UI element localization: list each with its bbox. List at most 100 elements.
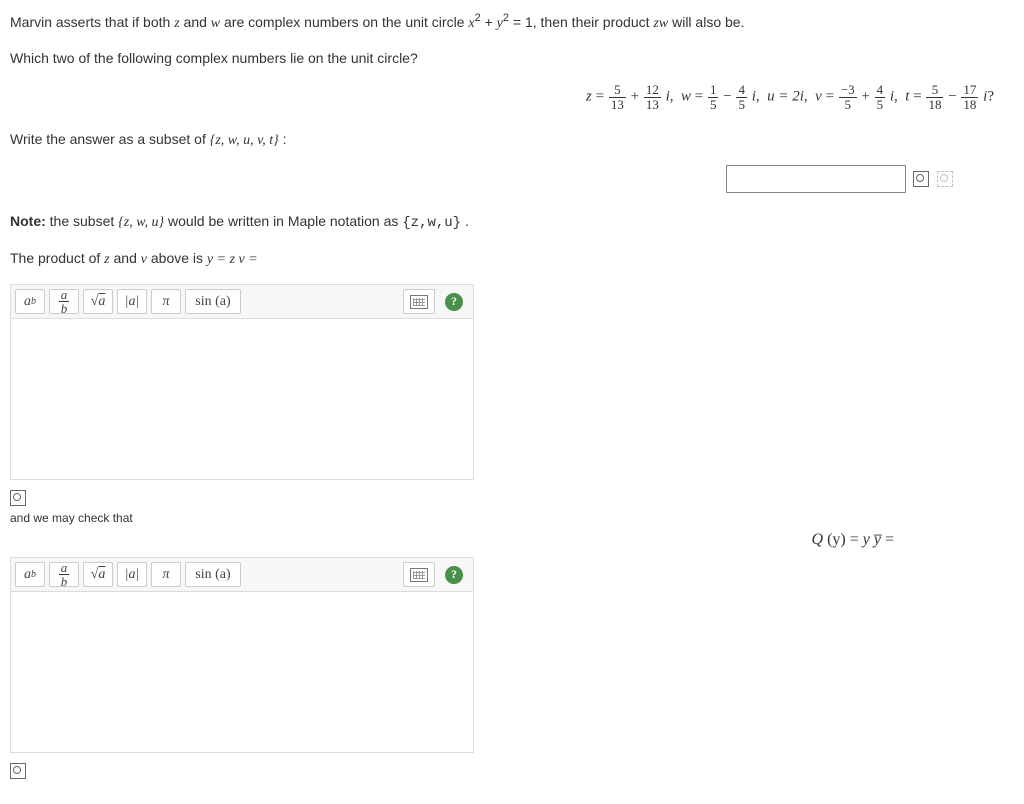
keyboard-icon bbox=[410, 568, 428, 582]
preview-icon[interactable] bbox=[912, 170, 930, 188]
note-maple: {z,w,u} bbox=[402, 215, 461, 231]
lbl: a bbox=[24, 567, 31, 583]
lbl-sup: b bbox=[31, 569, 36, 580]
txt: Marvin asserts that if both bbox=[10, 14, 174, 30]
var-w: w bbox=[211, 16, 220, 31]
tb-power-button[interactable]: ab bbox=[15, 562, 45, 587]
den: b bbox=[59, 575, 70, 589]
note-line: Note: the subset {z, w, u} would be writ… bbox=[10, 211, 1014, 234]
subset-answer-row bbox=[10, 165, 1014, 193]
lbl: π bbox=[162, 567, 169, 583]
lbl: sin (a) bbox=[195, 294, 230, 310]
lbl: a bbox=[24, 294, 31, 310]
num: 4 bbox=[736, 83, 747, 98]
eqed-toolbar: ab ab √a |a| π sin (a) ? bbox=[10, 284, 474, 318]
question-which-two: Which two of the following complex numbe… bbox=[10, 48, 1014, 69]
den: 5 bbox=[708, 98, 719, 112]
exp: 2 bbox=[475, 12, 481, 24]
tb-sqrt-button[interactable]: √a bbox=[83, 562, 113, 587]
txt: Write the answer as a subset of bbox=[10, 131, 210, 147]
preview-icon[interactable] bbox=[10, 763, 26, 779]
tb-sqrt-button[interactable]: √a bbox=[83, 289, 113, 314]
sqrt-arg: a bbox=[98, 567, 105, 583]
Q: Q bbox=[812, 531, 824, 548]
tb-keyboard-button[interactable] bbox=[403, 562, 435, 587]
tb-power-button[interactable]: ab bbox=[15, 289, 45, 314]
txt: will also be. bbox=[672, 14, 744, 30]
num: 17 bbox=[961, 83, 978, 98]
num: 12 bbox=[644, 83, 661, 98]
var-z: z bbox=[104, 252, 109, 267]
subset-instruction: Write the answer as a subset of {z, w, u… bbox=[10, 129, 1014, 151]
num: a bbox=[59, 561, 70, 576]
txt: = 1, bbox=[513, 14, 537, 30]
equation-input-1[interactable] bbox=[10, 318, 474, 480]
tb-abs-button[interactable]: |a| bbox=[117, 289, 147, 314]
equation-input-2[interactable] bbox=[10, 591, 474, 753]
set: {z, w, u, v, t} bbox=[210, 133, 279, 148]
choices-equation-row: z = 513 + 1213 i, w = 15 − 45 i, u = 2i,… bbox=[10, 83, 1014, 111]
txt: + bbox=[485, 14, 497, 30]
txt: and bbox=[184, 14, 211, 30]
tb-help-button[interactable]: ? bbox=[439, 289, 469, 314]
tb-sin-button[interactable]: sin (a) bbox=[185, 562, 241, 587]
y: y bbox=[863, 531, 870, 548]
intro-line: Marvin asserts that if both z and w are … bbox=[10, 12, 1014, 34]
txt: The product of bbox=[10, 250, 104, 266]
u-val: u = 2i bbox=[767, 89, 804, 105]
tb-fraction-button[interactable]: ab bbox=[49, 562, 79, 587]
den: 5 bbox=[736, 98, 747, 112]
tb-fraction-button[interactable]: ab bbox=[49, 289, 79, 314]
num: 5 bbox=[926, 83, 943, 98]
tb-pi-button[interactable]: π bbox=[151, 562, 181, 587]
tb-sin-button[interactable]: sin (a) bbox=[185, 289, 241, 314]
product-line: The product of z and v above is y = z v … bbox=[10, 248, 1014, 270]
tb-abs-button[interactable]: |a| bbox=[117, 562, 147, 587]
equation-editor-1: ab ab √a |a| π sin (a) ? bbox=[10, 284, 474, 480]
den: 13 bbox=[644, 98, 661, 112]
txt: the subset bbox=[50, 213, 119, 229]
exp: 2 bbox=[503, 12, 509, 24]
num: 4 bbox=[875, 83, 886, 98]
txt: then their product bbox=[541, 14, 654, 30]
tb-pi-button[interactable]: π bbox=[151, 289, 181, 314]
txt: (y) = bbox=[823, 531, 863, 548]
txt: : bbox=[283, 131, 287, 147]
sqrt-arg: a bbox=[98, 294, 105, 310]
preview-icon[interactable] bbox=[10, 490, 26, 506]
num: −3 bbox=[839, 83, 857, 98]
txt: = bbox=[881, 531, 894, 548]
lbl-sup: b bbox=[31, 296, 36, 307]
den: 18 bbox=[961, 98, 978, 112]
check-text: and we may check that bbox=[10, 511, 1014, 525]
lbl: π bbox=[162, 294, 169, 310]
num: 1 bbox=[708, 83, 719, 98]
product-eq: y = z v = bbox=[207, 252, 258, 267]
keyboard-icon bbox=[410, 295, 428, 309]
qy-equation: Q (y) = y y̅ = bbox=[10, 531, 1014, 549]
var-z: z bbox=[174, 16, 179, 31]
txt: above is bbox=[151, 250, 207, 266]
txt: and bbox=[114, 250, 141, 266]
den: 18 bbox=[926, 98, 943, 112]
subset-answer-input[interactable] bbox=[726, 165, 906, 193]
sqrt-icon: √ bbox=[91, 294, 99, 310]
var-v: v bbox=[141, 252, 147, 267]
history-icon[interactable] bbox=[936, 170, 954, 188]
num: 5 bbox=[609, 83, 626, 98]
tb-help-button[interactable]: ? bbox=[439, 562, 469, 587]
den: 13 bbox=[609, 98, 626, 112]
qmark: ? bbox=[987, 89, 994, 105]
help-icon: ? bbox=[445, 293, 463, 311]
equation-editor-2: ab ab √a |a| π sin (a) ? bbox=[10, 557, 474, 753]
tb-keyboard-button[interactable] bbox=[403, 289, 435, 314]
lbl: sin (a) bbox=[195, 567, 230, 583]
note-set: {z, w, u} bbox=[118, 215, 164, 230]
sqrt-icon: √ bbox=[91, 567, 99, 583]
txt: are complex numbers on the unit circle bbox=[224, 14, 468, 30]
var-zw: zw bbox=[653, 16, 668, 31]
lbl: |a| bbox=[125, 567, 140, 583]
den: 5 bbox=[875, 98, 886, 112]
den: b bbox=[59, 302, 70, 316]
note-label: Note: bbox=[10, 213, 46, 229]
